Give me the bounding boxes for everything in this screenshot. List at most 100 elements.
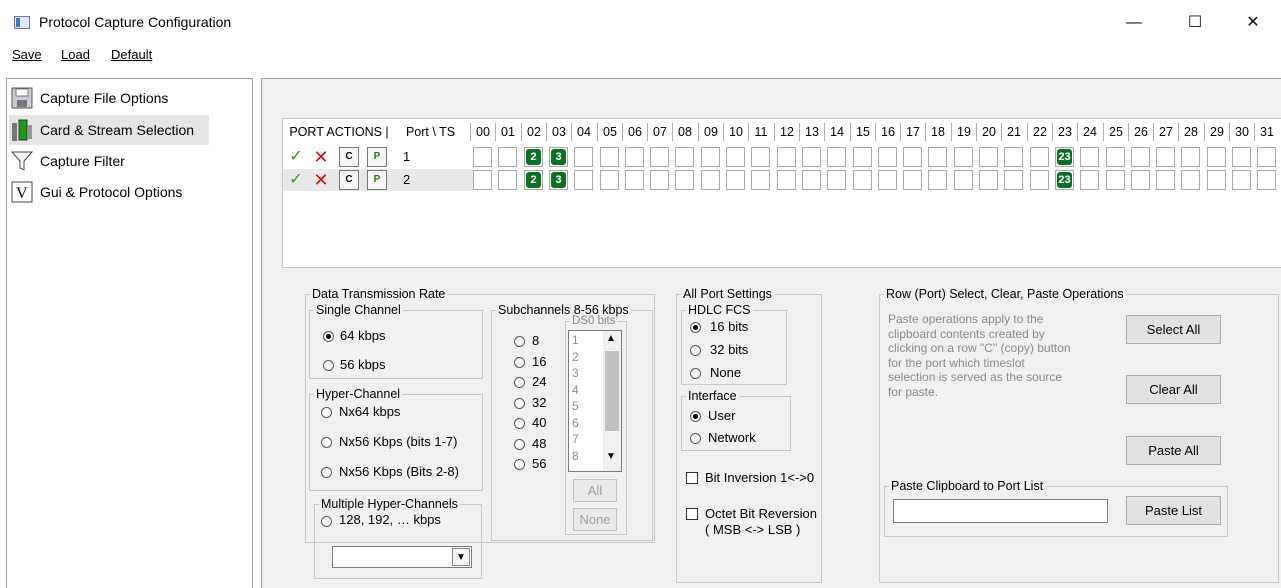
timeslot-cell[interactable] [650, 170, 669, 190]
ds0-bit-item[interactable]: 7 [572, 432, 579, 446]
timeslot-cell[interactable] [853, 170, 872, 190]
menu-default[interactable]: Default [111, 47, 152, 62]
timeslot-cell[interactable] [726, 147, 745, 167]
chevron-up-icon[interactable]: ▲ [606, 333, 616, 344]
ds0-scrollbar[interactable]: ▲ ▼ [603, 331, 621, 471]
ds0-bit-item[interactable]: 1 [572, 333, 579, 347]
timeslot-cell[interactable] [675, 147, 694, 167]
timeslot-cell[interactable] [1181, 170, 1200, 190]
ds0-bit-item[interactable]: 2 [572, 350, 579, 364]
ds0-bits-list[interactable]: 1 2 3 4 5 6 7 8 ▲ ▼ [568, 330, 622, 472]
timeslot-cell[interactable] [1080, 147, 1099, 167]
clear-all-button[interactable]: Clear All [1126, 375, 1221, 404]
paste-row-icon[interactable]: P [367, 170, 387, 190]
ds0-bit-item[interactable]: 8 [572, 449, 579, 463]
timeslot-cell[interactable] [1156, 170, 1175, 190]
timeslot-cell[interactable] [1004, 170, 1023, 190]
timeslot-cell[interactable] [979, 170, 998, 190]
timeslot-cell[interactable] [954, 170, 973, 190]
check-icon[interactable]: ✓ [286, 170, 306, 190]
radio-32bits[interactable] [690, 345, 701, 356]
timeslot-cell[interactable] [1257, 170, 1276, 190]
radio-16bits[interactable] [690, 322, 701, 333]
menu-load[interactable]: Load [61, 47, 90, 62]
timeslot-cell[interactable] [1004, 147, 1023, 167]
timeslot-cell[interactable] [1030, 170, 1049, 190]
timeslot-cell[interactable] [802, 147, 821, 167]
radio-subchannel[interactable] [514, 438, 525, 450]
timeslot-cell[interactable]: 3 [549, 170, 568, 190]
timeslot-cell[interactable] [1106, 170, 1125, 190]
paste-row-icon[interactable]: P [367, 147, 387, 167]
timeslot-cell[interactable] [1106, 147, 1125, 167]
chevron-down-icon[interactable]: ▼ [606, 451, 616, 462]
timeslot-cell[interactable] [878, 170, 897, 190]
paste-list-button[interactable]: Paste List [1126, 496, 1221, 525]
timeslot-cell[interactable] [701, 170, 720, 190]
radio-nx56-1-7[interactable] [321, 437, 332, 448]
timeslot-cell[interactable] [701, 147, 720, 167]
bit-inversion-checkbox[interactable] [686, 472, 698, 484]
timeslot-cell[interactable] [498, 147, 517, 167]
copy-row-icon[interactable]: C [339, 147, 359, 167]
timeslot-cell[interactable] [802, 170, 821, 190]
ds0-bit-item[interactable]: 6 [572, 416, 579, 430]
ds0-none-button[interactable]: None [573, 508, 617, 531]
radio-subchannel[interactable] [514, 418, 525, 429]
chevron-down-icon[interactable]: ▼ [452, 548, 470, 566]
radio-nx64[interactable] [321, 407, 332, 418]
multi-hyper-select[interactable]: ▼ [332, 546, 472, 568]
timeslot-cell[interactable] [928, 170, 947, 190]
timeslot-cell[interactable] [903, 147, 922, 167]
timeslot-cell[interactable] [1232, 170, 1251, 190]
timeslot-cell[interactable] [1181, 147, 1200, 167]
timeslot-cell[interactable]: 23 [1055, 170, 1074, 190]
timeslot-cell[interactable] [498, 170, 517, 190]
ds0-bit-item[interactable]: 4 [572, 383, 579, 397]
timeslot-cell[interactable] [928, 147, 947, 167]
menu-save[interactable]: Save [12, 47, 42, 62]
timeslot-cell[interactable] [600, 170, 619, 190]
ds0-scroll-thumb[interactable] [605, 351, 619, 431]
timeslot-cell[interactable] [903, 170, 922, 190]
radio-56kbps[interactable] [323, 360, 334, 371]
clear-row-icon[interactable]: ✕ [311, 170, 331, 190]
timeslot-cell[interactable] [675, 170, 694, 190]
radio-subchannel[interactable] [514, 377, 525, 388]
select-all-button[interactable]: Select All [1126, 315, 1221, 344]
timeslot-cell[interactable] [1232, 147, 1251, 167]
timeslot-cell[interactable] [827, 147, 846, 167]
radio-64kbps[interactable] [323, 331, 334, 342]
paste-all-button[interactable]: Paste All [1126, 436, 1221, 465]
radio-subchannel[interactable] [514, 336, 525, 347]
sidebar-item-capture-filter[interactable]: Capture Filter [9, 146, 209, 176]
sidebar-item-capture-file-options[interactable]: Capture File Options [9, 83, 209, 113]
timeslot-cell[interactable] [574, 170, 593, 190]
maximize-button[interactable]: ☐ [1172, 8, 1218, 38]
timeslot-cell[interactable] [650, 147, 669, 167]
check-icon[interactable]: ✓ [286, 147, 306, 167]
timeslot-cell[interactable] [777, 147, 796, 167]
sidebar-item-card-stream-selection[interactable]: Card & Stream Selection [9, 115, 209, 145]
copy-row-icon[interactable]: C [339, 170, 359, 190]
timeslot-cell[interactable]: 23 [1055, 147, 1074, 167]
timeslot-cell[interactable] [1207, 170, 1226, 190]
radio-nx56-2-8[interactable] [321, 467, 332, 478]
timeslot-cell[interactable]: 2 [524, 170, 543, 190]
ds0-bit-item[interactable]: 3 [572, 366, 579, 380]
close-button[interactable]: ✕ [1230, 8, 1276, 38]
timeslot-cell[interactable] [600, 147, 619, 167]
radio-subchannel[interactable] [514, 397, 525, 409]
radio-multi-hyper[interactable] [321, 516, 332, 527]
octet-reversion-checkbox[interactable] [686, 508, 698, 520]
timeslot-cell[interactable] [473, 147, 492, 167]
timeslot-cell[interactable] [827, 170, 846, 190]
timeslot-cell[interactable] [979, 147, 998, 167]
sidebar-item-gui-protocol-options[interactable]: V Gui & Protocol Options [9, 177, 209, 207]
timeslot-cell[interactable] [473, 170, 492, 190]
timeslot-cell[interactable]: 3 [549, 147, 568, 167]
timeslot-cell[interactable] [751, 170, 770, 190]
radio-network[interactable] [690, 433, 701, 444]
timeslot-cell[interactable] [1207, 147, 1226, 167]
minimize-button[interactable]: — [1111, 8, 1157, 38]
